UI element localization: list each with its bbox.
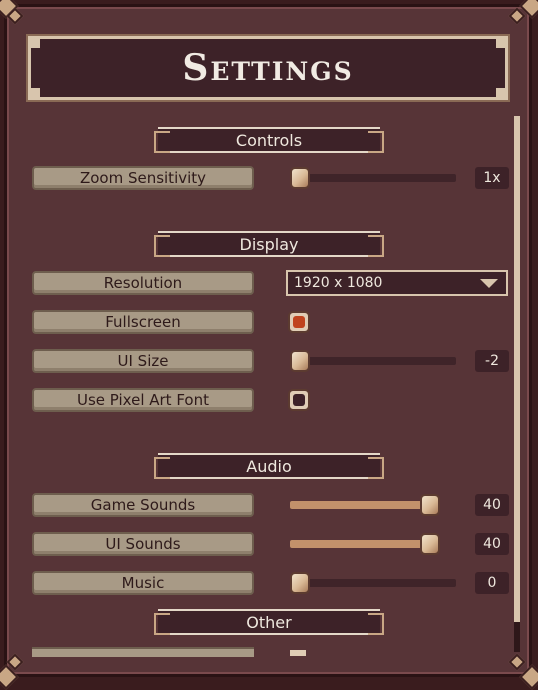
slider-fill xyxy=(290,540,430,548)
ui-sounds-value: 40 xyxy=(475,533,509,555)
cut-off-control xyxy=(290,650,306,656)
resolution-dropdown[interactable]: 1920 x 1080 xyxy=(286,270,508,296)
ui-size-label: UI Size xyxy=(32,349,254,373)
ui-size-value: -2 xyxy=(475,350,509,372)
ui-size-slider[interactable] xyxy=(290,350,456,372)
section-header-display: Display xyxy=(154,231,384,257)
resolution-text: Resolution xyxy=(103,274,183,292)
cut-off-label-button xyxy=(32,647,254,657)
slider-knob[interactable] xyxy=(290,572,310,594)
title-banner: Settings xyxy=(26,34,510,102)
zoom-sensitivity-label: Zoom Sensitivity xyxy=(32,166,254,190)
section-header-controls: Controls xyxy=(154,127,384,153)
fullscreen-text: Fullscreen xyxy=(105,313,181,331)
page-title: Settings xyxy=(182,47,354,89)
game-sounds-slider[interactable] xyxy=(290,494,440,516)
resolution-selected: 1920 x 1080 xyxy=(294,275,383,291)
zoom-sensitivity-slider[interactable] xyxy=(290,167,456,189)
slider-fill xyxy=(290,501,430,509)
title-notch-tr xyxy=(496,38,506,48)
slider-knob[interactable] xyxy=(420,533,440,555)
scrollbar-thumb[interactable] xyxy=(514,116,520,622)
pixel-font-checkbox[interactable] xyxy=(288,389,310,411)
ui-sounds-text: UI Sounds xyxy=(105,535,181,553)
fullscreen-checkbox[interactable] xyxy=(288,311,310,333)
title-notch-tl xyxy=(30,38,40,48)
pixel-font-label: Use Pixel Art Font xyxy=(32,388,254,412)
pixel-font-text: Use Pixel Art Font xyxy=(77,391,209,409)
fullscreen-label: Fullscreen xyxy=(32,310,254,334)
section-header-other: Other xyxy=(154,609,384,635)
music-value: 0 xyxy=(475,572,509,594)
ui-size-text: UI Size xyxy=(117,352,169,370)
title-notch-br xyxy=(496,88,506,98)
game-sounds-label: Game Sounds xyxy=(32,493,254,517)
music-slider[interactable] xyxy=(290,572,456,594)
ui-sounds-slider[interactable] xyxy=(290,533,440,555)
section-header-audio: Audio xyxy=(154,453,384,479)
game-sounds-value: 40 xyxy=(475,494,509,516)
zoom-sensitivity-value: 1x xyxy=(475,167,509,189)
zoom-sensitivity-text: Zoom Sensitivity xyxy=(79,169,207,187)
resolution-label: Resolution xyxy=(32,271,254,295)
slider-knob[interactable] xyxy=(420,494,440,516)
ui-sounds-label: UI Sounds xyxy=(32,532,254,556)
slider-knob[interactable] xyxy=(290,350,310,372)
section-label: Other xyxy=(246,612,292,632)
section-label: Controls xyxy=(235,130,303,150)
chevron-down-icon xyxy=(480,279,498,288)
section-label: Audio xyxy=(246,456,292,476)
game-sounds-text: Game Sounds xyxy=(90,496,196,514)
music-text: Music xyxy=(121,574,165,592)
scrollbar-track[interactable] xyxy=(514,622,520,652)
music-label: Music xyxy=(32,571,254,595)
slider-knob[interactable] xyxy=(290,167,310,189)
title-notch-bl xyxy=(30,88,40,98)
section-label: Display xyxy=(239,234,299,254)
